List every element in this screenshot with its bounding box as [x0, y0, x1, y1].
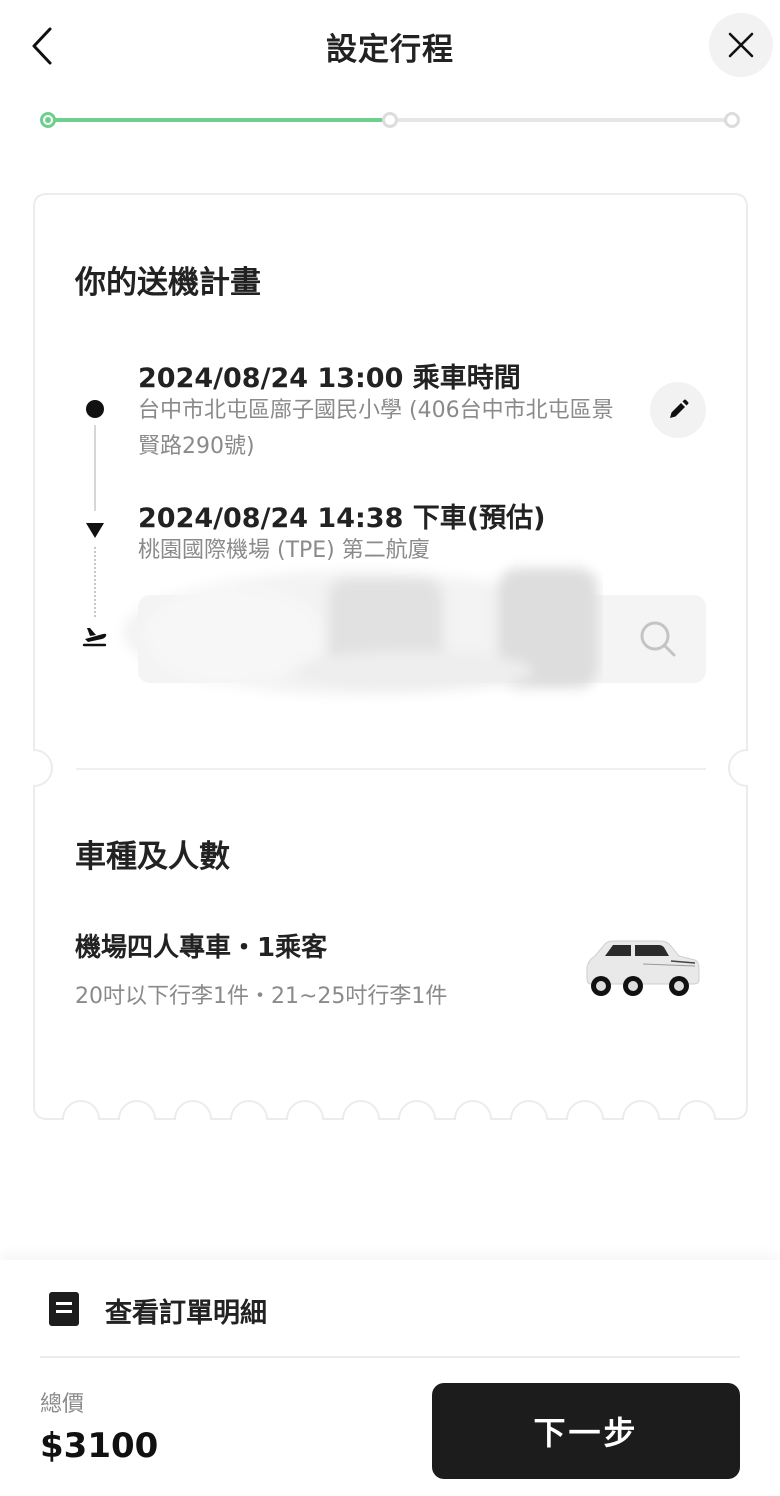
bottom-bar: 查看訂單明細 總價 $3100 下一步 [0, 1260, 780, 1496]
timeline-dotted-line [94, 547, 96, 617]
order-detail-label: 查看訂單明細 [105, 1298, 267, 1329]
pickup-time: 2024/08/24 13:00 乘車時間 [138, 363, 521, 394]
timeline-line [94, 425, 96, 511]
close-button[interactable] [709, 13, 773, 77]
car-image [586, 940, 700, 996]
pencil-icon [670, 399, 689, 418]
luggage-info: 20吋以下行李1件・21~25吋行李1件 [75, 984, 448, 1009]
header: 設定行程 [0, 0, 780, 92]
trip-card: 你的送機計畫 2024/08/24 13:00 乘車時間 台中市北屯區廍子國民小… [33, 193, 748, 1120]
vehicle-title: 車種及人數 [75, 839, 230, 875]
vehicle-name: 機場四人專車・1乘客 [75, 933, 328, 963]
progress-step-2 [382, 112, 398, 128]
dropoff-address: 桃園國際機場 (TPE) 第二航廈 [138, 538, 430, 563]
step-progress [40, 112, 740, 128]
close-icon [728, 32, 754, 58]
plane-departure-icon [82, 628, 107, 647]
trip-setup-page: 設定行程 你的送機計畫 2024/08/24 13:00 乘車時間 台中市北屯區… [0, 0, 780, 1496]
receipt-icon [49, 1292, 79, 1326]
progress-step-3 [724, 112, 740, 128]
progress-fill [48, 118, 390, 122]
pickup-marker-icon [86, 400, 104, 418]
order-detail-link[interactable]: 查看訂單明細 [40, 1260, 740, 1358]
progress-step-1 [40, 112, 56, 128]
card-divider [76, 768, 706, 770]
flight-number-input[interactable] [138, 595, 706, 683]
next-step-button[interactable]: 下一步 [432, 1383, 740, 1479]
dropoff-marker-icon [86, 523, 104, 538]
pickup-address: 台中市北屯區廍子國民小學 (406台中市北屯區景賢路290號) [138, 398, 614, 459]
page-title: 設定行程 [326, 32, 454, 68]
dropoff-time: 2024/08/24 14:38 下車(預估) [138, 503, 546, 534]
plan-title: 你的送機計畫 [75, 265, 261, 301]
total-price: $3100 [40, 1426, 159, 1466]
search-icon[interactable] [638, 619, 678, 659]
edit-pickup-button[interactable] [650, 382, 706, 438]
total-label: 總價 [40, 1392, 85, 1417]
